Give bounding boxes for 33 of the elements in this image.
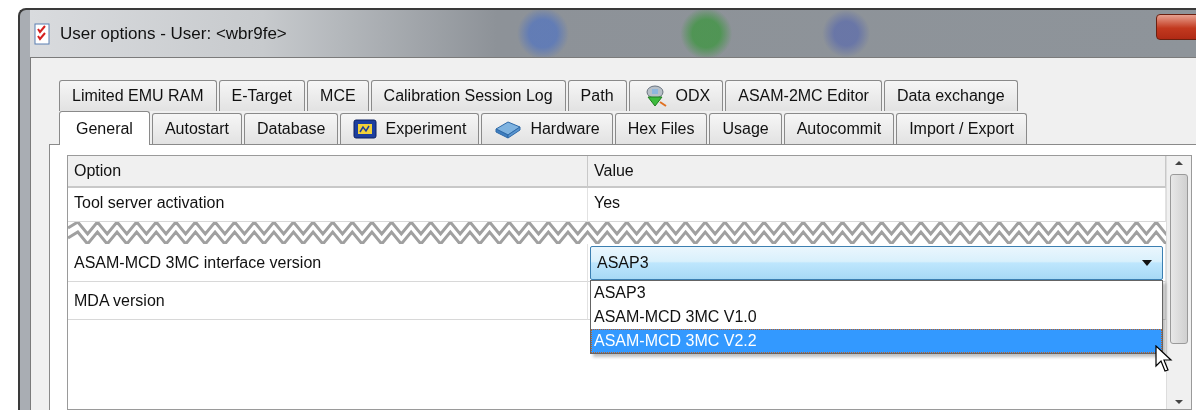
column-header[interactable]: Value [588, 156, 1166, 188]
tab[interactable]: ODX [628, 80, 724, 111]
tab[interactable]: E-Target [218, 80, 306, 111]
close-button[interactable] [1156, 14, 1196, 40]
tab[interactable]: Path [567, 80, 627, 111]
tab[interactable]: Import / Export [896, 113, 1028, 144]
dropdown-option[interactable]: ASAP3 [591, 281, 1162, 305]
tab[interactable]: Database [243, 113, 339, 144]
tab[interactable]: Hardware [481, 113, 613, 144]
dropdown[interactable]: ASAP3 [590, 245, 1163, 280]
value-cell: Yes [594, 194, 621, 212]
tab[interactable]: Calibration Session Log [370, 80, 566, 111]
dropdown-option[interactable]: ASAM-MCD 3MC V1.0 [591, 305, 1162, 329]
device-icon [494, 119, 523, 139]
tab[interactable]: Data exchange [883, 80, 1018, 111]
checklist-icon [34, 22, 50, 45]
monitor-icon [353, 119, 378, 139]
caret-icon [1142, 259, 1152, 266]
tab[interactable]: MCE [307, 80, 369, 111]
column-header[interactable]: Option [68, 156, 588, 188]
tab[interactable]: ASAM-2MC Editor [725, 80, 882, 111]
tab[interactable]: Limited EMU RAM [59, 80, 217, 111]
scrollbar[interactable] [1166, 156, 1191, 409]
window-title: User options - User: <wbr9fe> [60, 23, 287, 44]
tab[interactable]: Experiment [340, 113, 480, 144]
option-cell: MDA version [68, 282, 588, 320]
option-cell: Tool server activation [68, 188, 588, 222]
tab[interactable]: Usage [709, 113, 782, 144]
option-cell: ASAM-MCD 3MC interface version [68, 244, 588, 282]
tab[interactable]: General [59, 111, 150, 145]
tab[interactable]: Autocommit [783, 113, 895, 144]
tab[interactable]: Autostart [151, 113, 242, 144]
tab[interactable]: Hex Files [614, 113, 708, 144]
